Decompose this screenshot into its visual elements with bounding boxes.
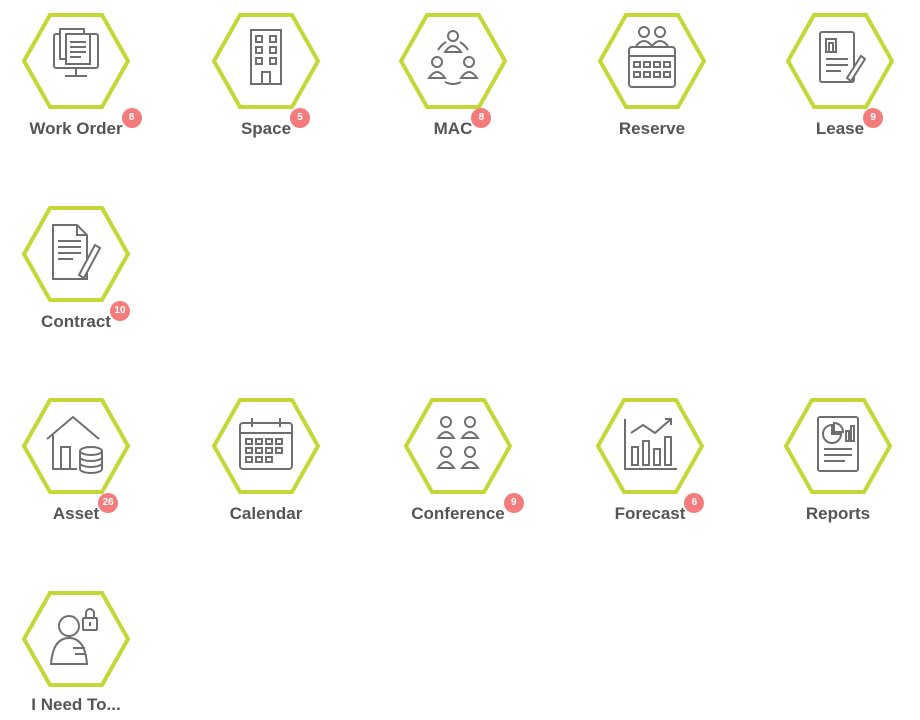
- tile-label: Reports: [805, 504, 871, 523]
- count-badge: 10: [109, 301, 130, 321]
- tile-label: Asset: [52, 504, 100, 523]
- tile-label: MAC: [433, 119, 473, 138]
- count-badge: 8: [471, 108, 492, 128]
- tile-label: Conference: [411, 504, 505, 523]
- tile-i-need-to[interactable]: I Need To...: [21, 590, 161, 720]
- count-badge: 5: [290, 108, 311, 128]
- tile-label: Space: [240, 119, 292, 138]
- contract-document-icon: [21, 205, 131, 303]
- count-badge: 26: [98, 493, 119, 513]
- people-move-icon: [398, 12, 508, 110]
- house-coins-icon: [21, 397, 131, 495]
- tile-asset[interactable]: Asset 26: [21, 397, 161, 527]
- tile-reserve[interactable]: Reserve: [597, 12, 737, 142]
- count-badge: 8: [121, 108, 142, 128]
- tile-label: Forecast: [614, 504, 686, 523]
- monitor-documents-icon: [21, 12, 131, 110]
- tile-label: Contract: [41, 312, 111, 331]
- tile-label: I Need To...: [31, 695, 121, 714]
- tile-calendar[interactable]: Calendar: [211, 397, 351, 527]
- report-icon: [783, 397, 893, 495]
- lease-document-icon: [785, 12, 895, 110]
- count-badge: 6: [684, 493, 705, 513]
- tile-conference[interactable]: Conference 9: [403, 397, 543, 527]
- calendar-icon: [211, 397, 321, 495]
- tile-label: Reserve: [618, 119, 686, 138]
- building-icon: [211, 12, 321, 110]
- reserve-calendar-icon: [597, 12, 707, 110]
- tile-lease[interactable]: Lease 9: [785, 12, 920, 142]
- tile-contract[interactable]: Contract 10: [21, 205, 161, 335]
- tile-work-order[interactable]: Work Order 8: [21, 12, 161, 142]
- count-badge: 9: [503, 493, 524, 513]
- tile-forecast[interactable]: Forecast 6: [595, 397, 735, 527]
- tile-mac[interactable]: MAC 8: [398, 12, 538, 142]
- forecast-chart-icon: [595, 397, 705, 495]
- tile-reports[interactable]: Reports: [783, 397, 920, 527]
- tile-label: Calendar: [229, 504, 303, 523]
- user-lock-icon: [21, 590, 131, 688]
- tile-label: Work Order: [29, 119, 123, 138]
- tile-space[interactable]: Space 5: [211, 12, 351, 142]
- tile-label: Lease: [815, 119, 865, 138]
- count-badge: 9: [863, 108, 884, 128]
- conference-people-icon: [403, 397, 513, 495]
